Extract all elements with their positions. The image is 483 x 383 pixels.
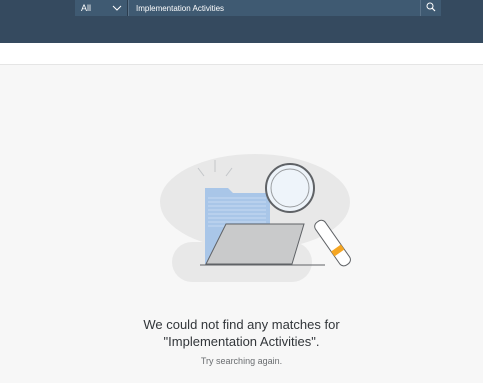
- shell-header: All Implementation Activities: [0, 0, 483, 43]
- search-input[interactable]: Implementation Activities: [128, 0, 420, 16]
- sub-header: [0, 43, 483, 65]
- search-scope-value: All: [81, 3, 92, 13]
- search-scope-select[interactable]: All: [75, 0, 128, 16]
- search-icon: [426, 0, 436, 17]
- no-results-illustration: [160, 150, 360, 285]
- empty-state-line-1: We could not find any matches for: [143, 317, 340, 332]
- empty-state-message: We could not find any matches for "Imple…: [0, 316, 483, 350]
- search-button[interactable]: [420, 0, 441, 16]
- empty-state-hint: Try searching again.: [200, 356, 283, 366]
- search-input-value: Implementation Activities: [136, 3, 225, 13]
- chevron-down-icon: [112, 3, 122, 15]
- empty-state-line-2: "Implementation Activities".: [163, 334, 320, 349]
